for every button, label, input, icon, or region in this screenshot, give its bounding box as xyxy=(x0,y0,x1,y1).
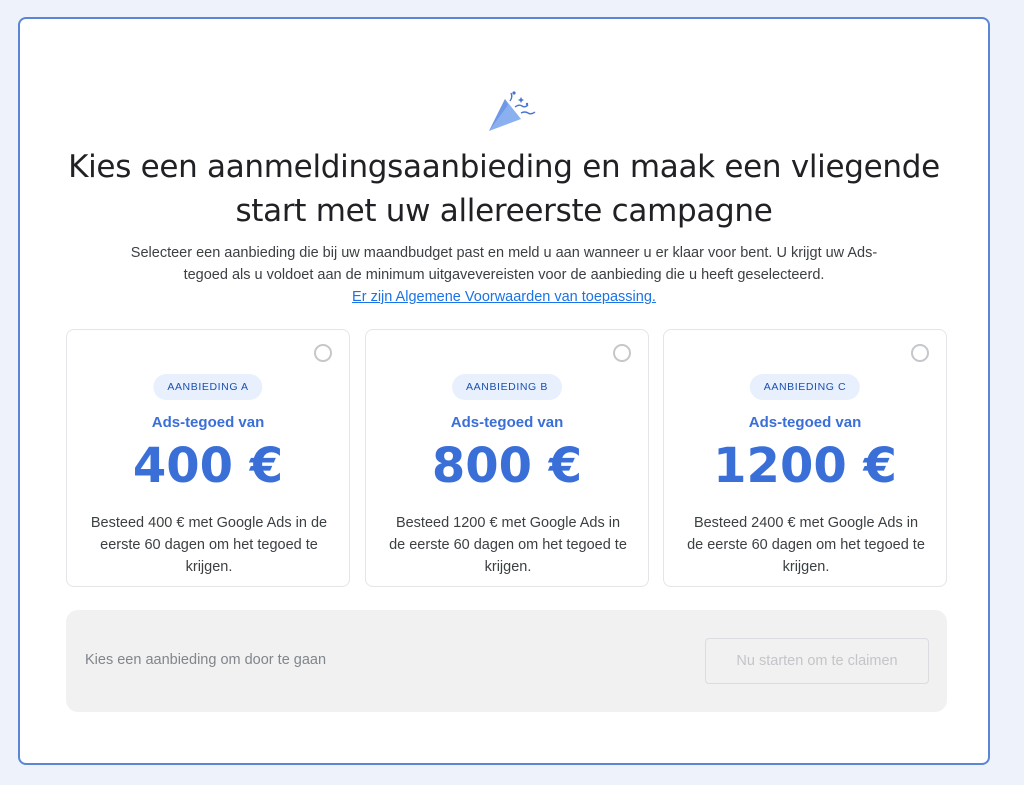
offer-a-badge: AANBIEDING A xyxy=(153,374,263,400)
offer-c-description: Besteed 2400 € met Google Ads in de eers… xyxy=(687,515,925,575)
offer-a-amount: 400 € xyxy=(132,438,284,494)
offer-c-amount: 1200 € xyxy=(713,438,897,494)
intro-paragraph: Selecteer een aanbieding die bij uw maan… xyxy=(110,242,898,308)
party-popper-icon xyxy=(489,91,536,131)
offer-a-radio[interactable] xyxy=(314,344,332,362)
offer-b-badge: AANBIEDING B xyxy=(452,374,562,400)
title-line-1: Kies een aanmeldingsaanbieding en maak e… xyxy=(68,149,940,185)
title-line-2: start met uw allereerste campagne xyxy=(235,193,773,229)
offer-b-radio[interactable] xyxy=(613,344,631,362)
footer-prompt: Kies een aanbieding om door te gaan xyxy=(85,652,327,668)
offer-c-radio[interactable] xyxy=(911,344,929,362)
offer-a-description: Besteed 400 € met Google Ads in de eerst… xyxy=(90,515,328,575)
offer-card-c[interactable]: AANBIEDING C Ads-tegoed van 1200 € Beste… xyxy=(663,329,947,587)
terms-link[interactable]: Er zijn Algemene Voorwaarden van toepass… xyxy=(110,286,898,308)
offer-b-description: Besteed 1200 € met Google Ads in de eers… xyxy=(389,515,627,575)
offer-c-credit-label: Ads-tegoed van xyxy=(748,414,862,431)
offer-a-credit-label: Ads-tegoed van xyxy=(151,414,265,431)
page-title: Kies een aanmeldingsaanbieding en maak e… xyxy=(20,145,988,233)
action-footer: Kies een aanbieding om door te gaan Nu s… xyxy=(66,610,947,712)
offer-c-badge: AANBIEDING C xyxy=(749,374,861,400)
offer-dialog: Kies een aanmeldingsaanbieding en maak e… xyxy=(18,17,990,765)
offer-card-b[interactable]: AANBIEDING B Ads-tegoed van 800 € Bestee… xyxy=(365,329,649,587)
offer-b-credit-label: Ads-tegoed van xyxy=(450,414,564,431)
offer-card-a[interactable]: AANBIEDING A Ads-tegoed van 400 € Bestee… xyxy=(66,329,350,587)
offer-b-amount: 800 € xyxy=(431,438,583,494)
claim-button[interactable]: Nu starten om te claimen xyxy=(705,638,929,684)
intro-text: Selecteer een aanbieding die bij uw maan… xyxy=(130,245,878,283)
